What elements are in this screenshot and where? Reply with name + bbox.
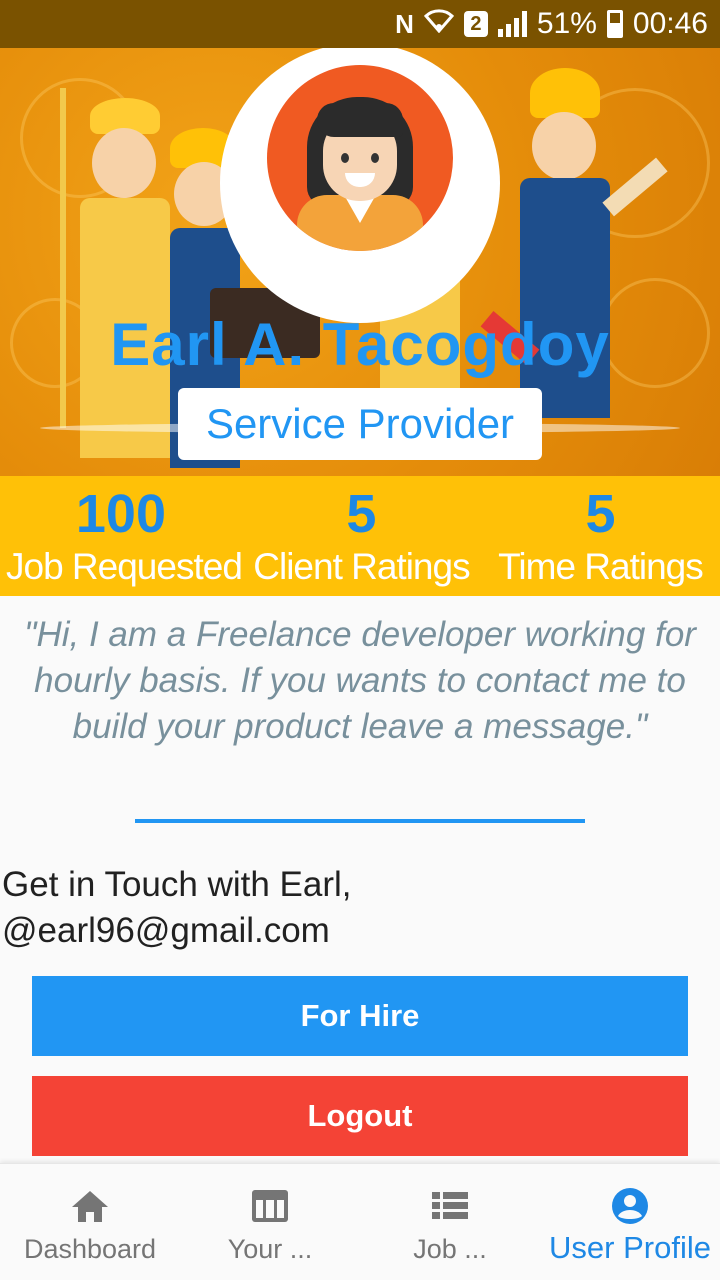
battery-percent: 51% bbox=[536, 7, 597, 40]
stat-value: 5 bbox=[346, 484, 377, 544]
stat-value: 100 bbox=[75, 484, 166, 544]
signal-icon bbox=[497, 11, 527, 37]
profile-name: Earl A. Tacogdoy bbox=[110, 311, 610, 378]
account-circle-icon bbox=[610, 1186, 650, 1226]
stat-value: 5 bbox=[585, 484, 616, 544]
nav-label: Your ... bbox=[227, 1234, 313, 1264]
status-bar: N 2 51% 00:46 bbox=[0, 0, 720, 48]
divider bbox=[135, 819, 585, 823]
bio-text: "Hi, I am a Freelance developer working … bbox=[24, 615, 696, 746]
stat-label: Job Requested bbox=[6, 546, 243, 587]
contact-email[interactable]: @earl96@gmail.com bbox=[2, 908, 352, 954]
stat-label: Time Ratings bbox=[498, 546, 704, 587]
home-icon bbox=[70, 1186, 110, 1226]
profile-header: Earl A. Tacogdoy Service Provider bbox=[0, 48, 720, 476]
stat-label: Client Ratings bbox=[253, 546, 470, 587]
avatar[interactable] bbox=[267, 65, 453, 251]
nav-label: Dashboard bbox=[23, 1234, 157, 1264]
stat-time-ratings: 5 Time Ratings bbox=[481, 476, 720, 596]
contact-heading: Get in Touch with Earl, bbox=[2, 865, 352, 904]
list-icon bbox=[430, 1186, 470, 1226]
nav-your[interactable]: Your ... bbox=[180, 1164, 360, 1280]
sim-badge: 2 bbox=[463, 11, 488, 37]
nav-label: Job ... bbox=[413, 1234, 487, 1264]
battery-icon bbox=[606, 10, 623, 38]
stat-jobs-requested: 100 Job Requested bbox=[0, 476, 243, 596]
stats-strip: 100 Job Requested 5 Client Ratings 5 Tim… bbox=[0, 476, 720, 596]
wifi-icon bbox=[423, 7, 454, 41]
nav-job[interactable]: Job ... bbox=[360, 1164, 540, 1280]
contact-info: Get in Touch with Earl, @earl96@gmail.co… bbox=[2, 862, 352, 954]
role-badge: Service Provider bbox=[178, 388, 542, 460]
nav-user-profile[interactable]: User Profile bbox=[540, 1164, 720, 1280]
nav-dashboard[interactable]: Dashboard bbox=[0, 1164, 180, 1280]
nfc-icon: N bbox=[395, 8, 414, 39]
table-icon bbox=[250, 1186, 290, 1226]
bottom-navigation: Dashboard Your ... Job ... User Profile bbox=[0, 1163, 720, 1280]
clock: 00:46 bbox=[632, 7, 708, 40]
for-hire-button[interactable]: For Hire bbox=[32, 976, 688, 1056]
logout-button[interactable]: Logout bbox=[32, 1076, 688, 1156]
nav-label: User Profile bbox=[549, 1230, 711, 1265]
stat-client-ratings: 5 Client Ratings bbox=[242, 476, 481, 596]
